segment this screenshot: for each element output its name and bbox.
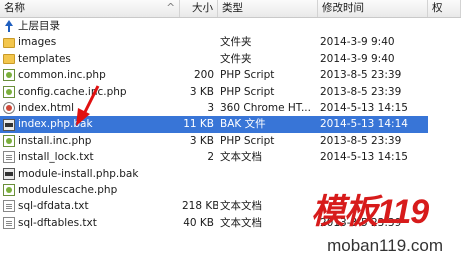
file-modified: 2014-5-13 14:14 <box>318 116 428 133</box>
file-name-cell: sql-dftables.txt <box>0 215 180 231</box>
folder-icon <box>3 37 15 48</box>
file-name-cell: images <box>0 34 180 50</box>
file-size <box>180 182 218 198</box>
file-extra <box>428 84 461 100</box>
file-name-cell: modulescache.php <box>0 182 180 198</box>
file-row[interactable]: install_lock.txt 2 文本文档 2014-5-13 14:15 <box>0 149 461 165</box>
file-name: templates <box>18 52 71 65</box>
file-size: 11 KB <box>180 116 218 133</box>
file-name: sql-dftables.txt <box>18 216 97 229</box>
file-size: 218 KB <box>182 200 218 213</box>
file-name-cell: index.php.bak <box>0 116 180 133</box>
file-name-cell: module-install.php.bak <box>0 166 180 182</box>
watermark-logo: 模板119 <box>311 193 429 231</box>
column-extra-label: 权 <box>432 2 443 14</box>
file-modified: 2013-8-5 23:39 <box>320 69 402 82</box>
parent-dir-label: 上层目录 <box>18 20 60 32</box>
file-type: PHP Script <box>220 69 275 82</box>
column-header-extra[interactable]: 权 <box>428 0 461 17</box>
file-size: 200 <box>193 69 214 82</box>
sort-up-icon: ^ <box>166 2 175 14</box>
file-size <box>180 34 218 50</box>
file-extra <box>428 51 461 67</box>
bak-icon <box>3 118 15 131</box>
file-type: PHP Script <box>220 85 275 98</box>
file-name: module-install.php.bak <box>18 167 139 180</box>
txt-icon <box>3 200 15 213</box>
watermark: 模板119 moban119.com <box>301 180 451 264</box>
file-type: 360 Chrome HT... <box>220 101 311 114</box>
up-arrow-icon <box>3 20 15 33</box>
column-header-modified[interactable]: 修改时间 <box>318 0 428 17</box>
file-name-cell: index.html <box>0 100 180 116</box>
file-modified: 2014-5-13 14:15 <box>320 151 408 164</box>
file-name: index.php.bak <box>18 118 93 131</box>
file-row[interactable]: common.inc.php 200 PHP Script 2013-8-5 23:3… <box>0 67 461 83</box>
file-type: PHP Script <box>220 134 275 147</box>
file-name: images <box>18 36 57 49</box>
bak-icon <box>3 167 15 180</box>
file-extra <box>428 100 461 116</box>
file-name-cell: common.inc.php <box>0 67 180 83</box>
php-icon <box>3 184 15 197</box>
file-row[interactable]: index.html 3 360 Chrome HT... 2014-5-13 14:… <box>0 100 461 116</box>
file-row[interactable]: config.cache.inc.php 3 KB PHP Script 2013-8… <box>0 84 461 100</box>
column-size-label: 大小 <box>192 2 213 14</box>
file-name: index.html <box>18 101 74 114</box>
file-modified: 2014-3-9 9:40 <box>320 52 395 65</box>
column-name-label: 名称 <box>4 2 25 14</box>
file-extra <box>428 133 461 149</box>
file-name: sql-dfdata.txt <box>18 200 89 213</box>
file-size: 3 KB <box>189 85 214 98</box>
file-size <box>180 51 218 67</box>
column-header-size[interactable]: 大小 <box>180 0 218 17</box>
column-type-label: 类型 <box>222 2 243 14</box>
html-icon <box>3 102 15 115</box>
file-modified: 2014-5-13 14:15 <box>320 101 408 114</box>
file-size: 2 <box>207 151 214 164</box>
file-type: 文件夹 <box>220 36 252 49</box>
file-name: modulescache.php <box>18 183 118 196</box>
php-icon <box>3 85 15 98</box>
file-row-selected[interactable]: index.php.bak 11 KB BAK 文件 2014-5-13 14:14 <box>0 116 461 133</box>
file-name: config.cache.inc.php <box>18 85 127 98</box>
file-size: 3 <box>207 101 214 114</box>
column-header-name[interactable]: 名称 ^ <box>0 0 180 17</box>
watermark-url: moban119.com <box>327 236 443 255</box>
file-extra <box>428 149 461 165</box>
file-size: 40 KB <box>183 216 214 229</box>
file-name: install.inc.php <box>18 134 92 147</box>
file-row[interactable]: images 文件夹 2014-3-9 9:40 <box>0 34 461 50</box>
file-type: BAK 文件 <box>218 116 318 133</box>
file-row[interactable]: install.inc.php 3 KB PHP Script 2013-8-5 23… <box>0 133 461 149</box>
file-type: 文件夹 <box>220 52 252 65</box>
file-size <box>180 166 218 182</box>
file-name-cell: install.inc.php <box>0 133 180 149</box>
file-size: 3 KB <box>189 134 214 147</box>
file-name: common.inc.php <box>18 69 106 82</box>
file-name-cell: install_lock.txt <box>0 149 180 165</box>
file-name-cell: config.cache.inc.php <box>0 84 180 100</box>
file-type: 文本文档 <box>220 151 262 164</box>
file-name-cell: sql-dfdata.txt <box>0 198 180 214</box>
file-modified: 2014-3-9 9:40 <box>320 36 395 49</box>
file-name: install_lock.txt <box>18 151 94 164</box>
php-icon <box>3 69 15 82</box>
column-header-type[interactable]: 类型 <box>218 0 318 17</box>
file-name-cell: templates <box>0 51 180 67</box>
column-modified-label: 修改时间 <box>322 2 364 14</box>
file-browser: 名称 ^ 大小 类型 修改时间 权 上层目录 images 文件夹 2014-3-9… <box>0 0 461 264</box>
file-extra <box>428 116 461 133</box>
file-extra <box>428 67 461 83</box>
file-modified: 2013-8-5 23:39 <box>320 134 402 147</box>
php-icon <box>3 134 15 147</box>
column-header-bar: 名称 ^ 大小 类型 修改时间 权 <box>0 0 461 18</box>
parent-dir-row[interactable]: 上层目录 <box>0 18 461 34</box>
file-modified: 2013-8-5 23:39 <box>320 85 402 98</box>
txt-icon <box>3 151 15 164</box>
file-extra <box>428 34 461 50</box>
txt-icon <box>3 216 15 229</box>
file-row[interactable]: templates 文件夹 2014-3-9 9:40 <box>0 51 461 67</box>
folder-icon <box>3 53 15 64</box>
